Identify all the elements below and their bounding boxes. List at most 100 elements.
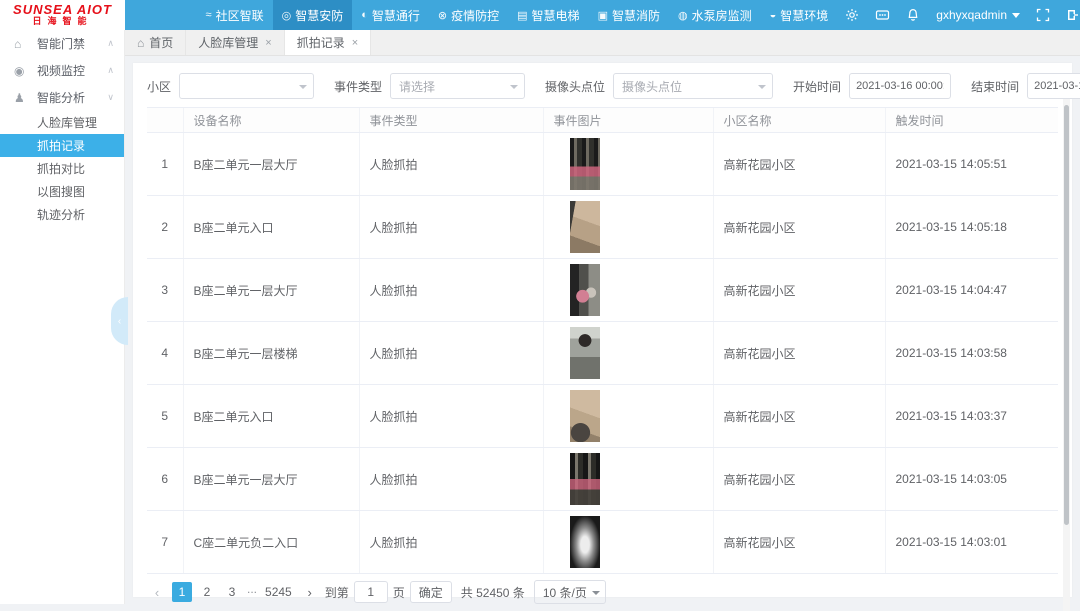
- table-row[interactable]: 7C座二单元负二入口人脸抓拍高新花园小区2021-03-15 14:03:01: [147, 511, 1058, 574]
- sidebar-item-抓拍对比[interactable]: 抓拍对比: [0, 157, 124, 180]
- sidebar-item-轨迹分析[interactable]: 轨迹分析: [0, 203, 124, 226]
- page-button-3[interactable]: 3: [222, 582, 242, 602]
- table-scrollbar[interactable]: [1063, 99, 1070, 611]
- nav-item-6[interactable]: ▣智慧消防: [589, 0, 669, 30]
- table-row[interactable]: 1B座二单元一层大厅人脸抓拍高新花园小区2021-03-15 14:05:51: [147, 133, 1058, 196]
- page-button-2[interactable]: 2: [197, 582, 217, 602]
- camera-filter-label: 摄像头点位: [545, 78, 605, 95]
- trigger-time-cell: 2021-03-15 14:05:51: [885, 133, 1058, 196]
- next-page-button[interactable]: ›: [300, 585, 320, 600]
- nav-item-5[interactable]: ▤智慧电梯: [508, 0, 588, 30]
- filter-bar: 小区 事件类型 请选择 摄像头点位 摄像头点位 开始时间 结束时间 查询: [133, 63, 1072, 107]
- community-name-cell: 高新花园小区: [713, 448, 885, 511]
- device-name-cell: B座二单元入口: [183, 196, 359, 259]
- sidebar-group-3[interactable]: ♟智能分析∨: [0, 84, 124, 111]
- goto-confirm-button[interactable]: 确定: [410, 581, 452, 603]
- nav-item-2[interactable]: ◎智慧安防: [273, 0, 353, 30]
- event-type-cell: 人脸抓拍: [359, 322, 543, 385]
- nav-item-1[interactable]: ≈社区智联: [197, 0, 273, 30]
- user-menu[interactable]: gxhyxqadmin: [928, 0, 1028, 30]
- logout-icon[interactable]: [1058, 0, 1080, 30]
- prev-page-button[interactable]: ‹: [147, 585, 167, 600]
- event-snapshot-image[interactable]: [570, 264, 600, 316]
- event-snapshot-image[interactable]: [570, 516, 600, 568]
- row-index: 2: [147, 196, 183, 259]
- event-snapshot-image[interactable]: [570, 138, 600, 190]
- nav-item-label: 水泵房监测: [692, 7, 752, 24]
- device-name-cell: B座二单元一层大厅: [183, 259, 359, 322]
- settings-gear-icon[interactable]: [837, 0, 867, 30]
- event-type-select[interactable]: 请选择: [390, 73, 525, 99]
- column-header-事件类型: 事件类型: [359, 108, 543, 133]
- sidebar-item-抓拍记录[interactable]: 抓拍记录: [0, 134, 124, 157]
- event-snapshot-image[interactable]: [570, 327, 600, 379]
- chevron-down-icon: [592, 591, 600, 595]
- page-size-select[interactable]: 10 条/页: [534, 580, 606, 604]
- tab-label: 抓拍记录: [297, 34, 345, 51]
- close-icon[interactable]: ×: [352, 37, 358, 49]
- column-header-事件图片: 事件图片: [543, 108, 713, 133]
- event-snapshot-image[interactable]: [570, 390, 600, 442]
- nav-item-3[interactable]: ◐智慧通行: [352, 0, 429, 30]
- goto-page-input[interactable]: [354, 581, 388, 603]
- chevron-up-icon: ∧: [107, 65, 114, 76]
- tab-label: 人脸库管理: [198, 34, 258, 51]
- community-name-cell: 高新花园小区: [713, 322, 885, 385]
- device-name-cell: C座二单元负二入口: [183, 511, 359, 574]
- pagination-bar: ‹ 123...5245 › 到第 页 确定 共 52450 条 10 条/页: [133, 574, 1072, 610]
- sidebar-item-人脸库管理[interactable]: 人脸库管理: [0, 111, 124, 134]
- start-time-input[interactable]: [849, 73, 951, 99]
- epidemic-icon: ⊗: [438, 9, 447, 22]
- sidebar-collapse-handle[interactable]: ‹: [111, 297, 128, 345]
- top-header: SUNSEA AIOT 日海智能 ≈社区智联◎智慧安防◐智慧通行⊗疫情防控▤智慧…: [0, 0, 1080, 30]
- table-row[interactable]: 4B座二单元一层楼梯人脸抓拍高新花园小区2021-03-15 14:03:58: [147, 322, 1058, 385]
- end-time-input[interactable]: [1027, 73, 1080, 99]
- tab-人脸库管理[interactable]: 人脸库管理 ×: [186, 30, 284, 55]
- nav-item-8[interactable]: ◒智慧环境: [761, 0, 838, 30]
- tab-label: 首页: [149, 34, 173, 51]
- event-image-cell: [543, 322, 713, 385]
- table-row[interactable]: 5B座二单元入口人脸抓拍高新花园小区2021-03-15 14:03:37: [147, 385, 1058, 448]
- close-icon[interactable]: ×: [265, 37, 271, 49]
- camera-select[interactable]: 摄像头点位: [613, 73, 773, 99]
- fullscreen-icon[interactable]: [1028, 0, 1058, 30]
- trigger-time-cell: 2021-03-15 14:05:18: [885, 196, 1058, 259]
- event-type-cell: 人脸抓拍: [359, 448, 543, 511]
- scrollbar-thumb[interactable]: [1064, 105, 1069, 525]
- event-image-cell: [543, 511, 713, 574]
- nav-item-7[interactable]: ◍水泵房监测: [669, 0, 761, 30]
- event-image-cell: [543, 133, 713, 196]
- person-icon: ♟: [14, 91, 30, 105]
- device-name-cell: B座二单元一层大厅: [183, 448, 359, 511]
- tab-首页[interactable]: ⌂首页: [125, 30, 186, 55]
- page-button-1[interactable]: 1: [172, 582, 192, 602]
- message-icon[interactable]: [867, 0, 898, 30]
- table-row[interactable]: 6B座二单元一层大厅人脸抓拍高新花园小区2021-03-15 14:03:05: [147, 448, 1058, 511]
- event-type-filter-label: 事件类型: [334, 78, 382, 95]
- capture-table: 设备名称事件类型事件图片小区名称触发时间 1B座二单元一层大厅人脸抓拍高新花园小…: [147, 107, 1058, 574]
- event-snapshot-image[interactable]: [570, 201, 600, 253]
- nav-item-label: 智慧电梯: [532, 7, 580, 24]
- sidebar-group-1[interactable]: ⌂智能门禁∧: [0, 30, 124, 57]
- nav-item-4[interactable]: ⊗疫情防控: [429, 0, 508, 30]
- event-snapshot-image[interactable]: [570, 453, 600, 505]
- door-icon: ⌂: [14, 37, 30, 51]
- table-row[interactable]: 2B座二单元入口人脸抓拍高新花园小区2021-03-15 14:05:18: [147, 196, 1058, 259]
- event-type-cell: 人脸抓拍: [359, 133, 543, 196]
- event-image-cell: [543, 196, 713, 259]
- event-type-cell: 人脸抓拍: [359, 259, 543, 322]
- brand-name-cn: 日海智能: [32, 17, 92, 26]
- total-count-label: 共 52450 条: [461, 584, 525, 601]
- chevron-down-icon: [510, 85, 518, 89]
- table-row[interactable]: 3B座二单元一层大厅人脸抓拍高新花园小区2021-03-15 14:04:47: [147, 259, 1058, 322]
- sidebar-item-以图搜图[interactable]: 以图搜图: [0, 180, 124, 203]
- notification-bell-icon[interactable]: [898, 0, 928, 30]
- nav-item-label: 智慧消防: [612, 7, 660, 24]
- community-select[interactable]: [179, 73, 314, 99]
- community-filter-label: 小区: [147, 78, 171, 95]
- event-type-cell: 人脸抓拍: [359, 385, 543, 448]
- table-body: 1B座二单元一层大厅人脸抓拍高新花园小区2021-03-15 14:05:512…: [147, 133, 1058, 574]
- sidebar-group-2[interactable]: ◉视频监控∧: [0, 57, 124, 84]
- tab-抓拍记录[interactable]: 抓拍记录 ×: [285, 30, 371, 55]
- page-button-5245[interactable]: 5245: [262, 582, 295, 602]
